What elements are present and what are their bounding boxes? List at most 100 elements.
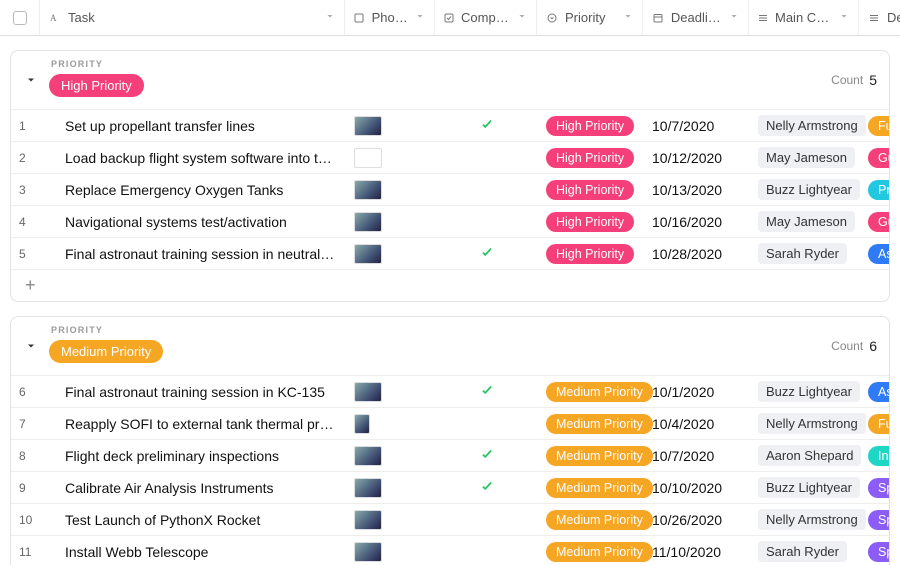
cell-priority[interactable]: High Priority: [538, 110, 644, 141]
cell-priority[interactable]: Medium Priority: [538, 376, 644, 407]
cell-photos[interactable]: [346, 504, 436, 535]
department-chip[interactable]: Guidanc: [868, 212, 890, 232]
cell-complete[interactable]: [436, 238, 538, 269]
cell-department[interactable]: Guidanc: [860, 142, 890, 173]
cell-department[interactable]: Guidanc: [860, 206, 890, 237]
cell-deadline[interactable]: 10/7/2020: [644, 110, 750, 141]
select-all-checkbox[interactable]: [0, 0, 40, 35]
cell-department[interactable]: Space: [860, 504, 890, 535]
cell-photos[interactable]: [346, 238, 436, 269]
cell-photos[interactable]: [346, 472, 436, 503]
cell-photos[interactable]: [346, 376, 436, 407]
cell-photos[interactable]: [346, 536, 436, 565]
cell-deadline[interactable]: 10/26/2020: [644, 504, 750, 535]
cell-deadline[interactable]: 11/10/2020: [644, 536, 750, 565]
photo-thumbnail[interactable]: [354, 414, 370, 434]
department-chip[interactable]: Procure: [868, 180, 890, 200]
cell-complete[interactable]: [436, 504, 538, 535]
cell-department[interactable]: Space: [860, 472, 890, 503]
table-row[interactable]: 9Calibrate Air Analysis InstrumentsMediu…: [11, 471, 889, 503]
collapse-toggle[interactable]: [23, 72, 39, 88]
cell-deadline[interactable]: 10/4/2020: [644, 408, 750, 439]
cell-department[interactable]: Space: [860, 536, 890, 565]
column-department[interactable]: Depa: [859, 0, 900, 35]
photo-thumbnail[interactable]: [354, 116, 382, 136]
cell-complete[interactable]: [436, 174, 538, 205]
cell-main-contact[interactable]: Nelly Armstrong: [750, 408, 860, 439]
table-row[interactable]: 5Final astronaut training session in neu…: [11, 237, 889, 269]
department-chip[interactable]: Astrona: [868, 244, 890, 264]
cell-complete[interactable]: [436, 472, 538, 503]
collapse-toggle[interactable]: [23, 338, 39, 354]
cell-main-contact[interactable]: Sarah Ryder: [750, 238, 860, 269]
cell-priority[interactable]: Medium Priority: [538, 472, 644, 503]
cell-complete[interactable]: [436, 142, 538, 173]
table-row[interactable]: 10Test Launch of PythonX RocketMedium Pr…: [11, 503, 889, 535]
cell-main-contact[interactable]: May Jameson: [750, 206, 860, 237]
task-name[interactable]: Load backup flight system software into …: [47, 150, 338, 166]
department-chip[interactable]: Fueling: [868, 414, 890, 434]
column-main-contact[interactable]: Main Contact: [749, 0, 859, 35]
cell-complete[interactable]: [436, 536, 538, 565]
cell-deadline[interactable]: 10/1/2020: [644, 376, 750, 407]
cell-deadline[interactable]: 10/12/2020: [644, 142, 750, 173]
department-chip[interactable]: Astrona: [868, 382, 890, 402]
task-name[interactable]: Set up propellant transfer lines: [47, 118, 338, 134]
contact-chip[interactable]: Buzz Lightyear: [758, 381, 860, 402]
cell-main-contact[interactable]: Nelly Armstrong: [750, 504, 860, 535]
task-name[interactable]: Reapply SOFI to external tank thermal pr…: [47, 416, 338, 432]
cell-complete[interactable]: [436, 440, 538, 471]
cell-deadline[interactable]: 10/28/2020: [644, 238, 750, 269]
column-photos[interactable]: Photos: [345, 0, 435, 35]
cell-complete[interactable]: [436, 376, 538, 407]
cell-priority[interactable]: Medium Priority: [538, 536, 644, 565]
table-row[interactable]: 7Reapply SOFI to external tank thermal p…: [11, 407, 889, 439]
cell-deadline[interactable]: 10/16/2020: [644, 206, 750, 237]
photo-thumbnail[interactable]: [354, 244, 382, 264]
cell-deadline[interactable]: 10/10/2020: [644, 472, 750, 503]
cell-department[interactable]: Inspect: [860, 440, 890, 471]
cell-main-contact[interactable]: Buzz Lightyear: [750, 472, 860, 503]
cell-photos[interactable]: [346, 408, 436, 439]
table-row[interactable]: 8Flight deck preliminary inspectionsMedi…: [11, 439, 889, 471]
department-chip[interactable]: Inspect: [868, 446, 890, 466]
table-row[interactable]: 3Replace Emergency Oxygen TanksHigh Prio…: [11, 173, 889, 205]
column-complete[interactable]: Complete?: [435, 0, 537, 35]
department-chip[interactable]: Fueling: [868, 116, 890, 136]
cell-priority[interactable]: Medium Priority: [538, 504, 644, 535]
department-chip[interactable]: Space: [868, 542, 890, 562]
table-row[interactable]: 2Load backup flight system software into…: [11, 141, 889, 173]
task-name[interactable]: Flight deck preliminary inspections: [47, 448, 338, 464]
table-row[interactable]: 11Install Webb TelescopeMedium Priority1…: [11, 535, 889, 565]
table-row[interactable]: 1Set up propellant transfer linesHigh Pr…: [11, 109, 889, 141]
cell-priority[interactable]: High Priority: [538, 142, 644, 173]
cell-priority[interactable]: Medium Priority: [538, 440, 644, 471]
contact-chip[interactable]: May Jameson: [758, 147, 855, 168]
task-name[interactable]: Final astronaut training session in KC-1…: [47, 384, 338, 400]
cell-priority[interactable]: Medium Priority: [538, 408, 644, 439]
table-row[interactable]: 6Final astronaut training session in KC-…: [11, 375, 889, 407]
cell-main-contact[interactable]: Nelly Armstrong: [750, 110, 860, 141]
add-row-button[interactable]: +: [11, 269, 889, 301]
cell-department[interactable]: Astrona: [860, 376, 890, 407]
cell-complete[interactable]: [436, 110, 538, 141]
cell-department[interactable]: Astrona: [860, 238, 890, 269]
cell-main-contact[interactable]: May Jameson: [750, 142, 860, 173]
table-row[interactable]: 4Navigational systems test/activationHig…: [11, 205, 889, 237]
contact-chip[interactable]: Aaron Shepard: [758, 445, 861, 466]
cell-main-contact[interactable]: Buzz Lightyear: [750, 174, 860, 205]
cell-department[interactable]: Procure: [860, 174, 890, 205]
column-priority[interactable]: Priority: [537, 0, 643, 35]
department-chip[interactable]: Space: [868, 510, 890, 530]
cell-deadline[interactable]: 10/7/2020: [644, 440, 750, 471]
task-name[interactable]: Test Launch of PythonX Rocket: [47, 512, 338, 528]
cell-complete[interactable]: [436, 206, 538, 237]
task-name[interactable]: Replace Emergency Oxygen Tanks: [47, 182, 338, 198]
cell-photos[interactable]: [346, 440, 436, 471]
cell-main-contact[interactable]: Sarah Ryder: [750, 536, 860, 565]
cell-department[interactable]: Fueling: [860, 408, 890, 439]
cell-main-contact[interactable]: Buzz Lightyear: [750, 376, 860, 407]
column-deadline[interactable]: Deadline: [643, 0, 749, 35]
photo-thumbnail[interactable]: [354, 510, 382, 530]
cell-photos[interactable]: [346, 206, 436, 237]
